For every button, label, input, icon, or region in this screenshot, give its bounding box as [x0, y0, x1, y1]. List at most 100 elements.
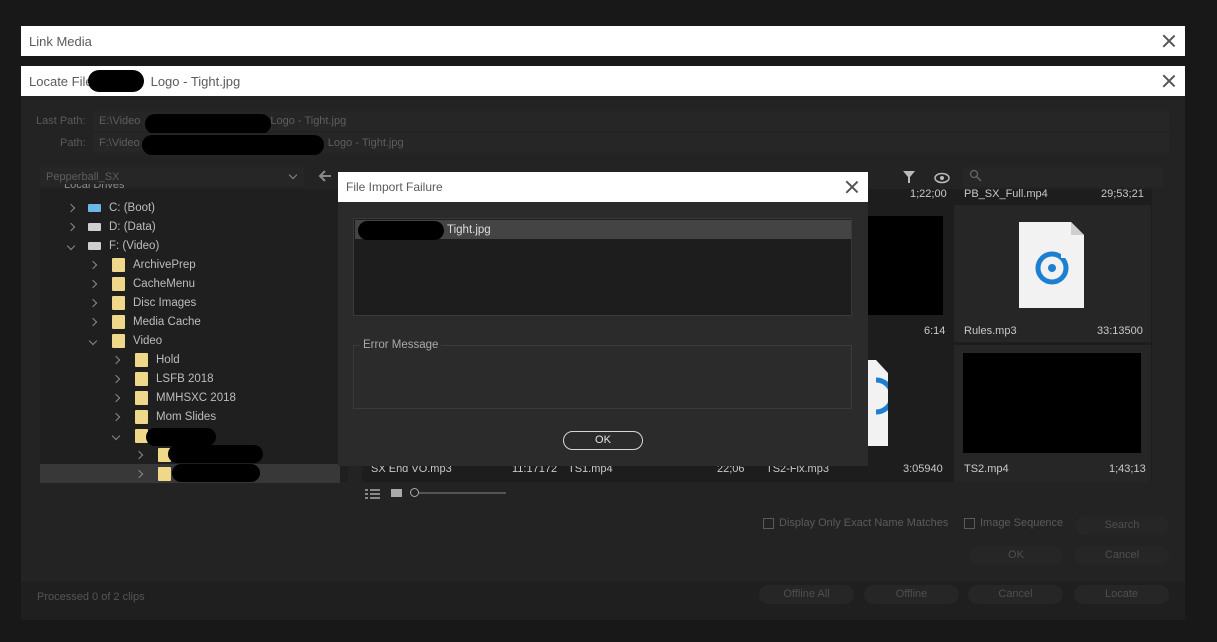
dialog-ok-button[interactable]: OK [563, 431, 643, 450]
folder-icon [135, 390, 148, 405]
tree-header: Local Drives [64, 184, 125, 191]
exact-name-matches-option[interactable]: Display Only Exact Name Matches [763, 517, 948, 529]
last-path-suffix: Logo - Tight.jpg [270, 115, 347, 127]
chevron-down-icon [66, 241, 76, 250]
image-sequence-checkbox[interactable] [964, 517, 975, 529]
tree-item-label: F: (Video) [109, 239, 160, 252]
folder-icon [158, 466, 171, 481]
chevron-right-icon [88, 298, 98, 307]
dialog-title: File Import Failure [346, 180, 443, 194]
path-prefix: F:\Video [99, 137, 140, 149]
offline-button[interactable]: Offline [864, 585, 959, 604]
filter-icon[interactable] [902, 170, 916, 184]
image-sequence-option[interactable]: Image Sequence [964, 517, 1063, 529]
tree-item-video[interactable]: Video [40, 331, 340, 350]
chevron-down-icon [288, 170, 298, 180]
video-thumbnail[interactable] [866, 216, 943, 315]
tile-time: 33:13500 [1097, 325, 1143, 337]
folder-icon [112, 276, 125, 291]
chevron-right-icon [88, 317, 98, 326]
folder-icon [112, 333, 125, 348]
tree-item-label: CacheMenu [133, 277, 196, 290]
redaction [88, 70, 144, 92]
drive-icon [88, 241, 101, 250]
tree-item-media-cache[interactable]: Media Cache [40, 312, 340, 331]
chevron-right-icon [111, 374, 121, 383]
chevron-right-icon [111, 393, 121, 402]
tree-item-c-boot[interactable]: C: (Boot) [40, 198, 340, 217]
tree-item-mom-slides[interactable]: Mom Slides [40, 407, 340, 426]
locate-file-titlebar: Locate File Logo - Tight.jpg [21, 66, 1185, 96]
redaction [168, 445, 263, 463]
audio-file-icon [1019, 222, 1084, 308]
tile-time: 1;43;13 [1109, 463, 1146, 475]
folder-icon [112, 314, 125, 329]
chevron-right-icon [88, 279, 98, 288]
chevron-right-icon [111, 355, 121, 364]
audio-file-icon [866, 360, 895, 446]
offline-all-button[interactable]: Offline All [759, 585, 854, 604]
last-path-prefix: E:\Video [99, 115, 141, 127]
tree-item-label: Mom Slides [156, 410, 217, 423]
tree-item-d-data[interactable]: D: (Data) [40, 217, 340, 236]
link-media-title: Link Media [29, 33, 92, 49]
tree-item-hold[interactable]: Hold [40, 350, 340, 369]
chevron-right-icon [111, 412, 121, 421]
tree-item-label: Video [133, 334, 163, 347]
tile-name: PB_SX_Full.mp4 [964, 188, 1048, 200]
video-thumbnail [963, 353, 1141, 453]
folder-icon [135, 371, 148, 386]
close-icon[interactable] [844, 179, 860, 195]
tree-item-label: C: (Boot) [109, 201, 156, 214]
eye-icon[interactable] [934, 172, 950, 184]
tree-item-label: Disc Images [133, 296, 197, 309]
chevron-down-icon [88, 336, 98, 345]
back-arrow-icon[interactable] [318, 170, 332, 182]
tile-time: 6:14 [924, 325, 946, 337]
search-button[interactable]: Search [1075, 516, 1169, 535]
list-view-icon[interactable] [365, 488, 381, 500]
zoom-slider-handle[interactable] [410, 488, 419, 497]
chevron-right-icon [134, 450, 144, 459]
tile-time: 29;53;21 [1101, 188, 1144, 200]
zoom-slider[interactable] [410, 487, 506, 499]
redaction [146, 428, 216, 446]
icon-view-icon[interactable] [391, 488, 403, 499]
error-message-label: Error Message [360, 339, 442, 351]
cancel-button[interactable]: Cancel [1075, 546, 1169, 565]
redaction [358, 221, 444, 240]
tree-item-label: MMHSXC 2018 [156, 391, 236, 404]
status-text: Processed 0 of 2 clips [37, 591, 145, 603]
chevron-right-icon [66, 203, 76, 212]
folder-icon [112, 295, 125, 310]
drive-icon [88, 203, 101, 212]
cancel-button[interactable]: Cancel [968, 585, 1063, 604]
chevron-right-icon [134, 469, 144, 478]
tree-item-lsfb-2018[interactable]: LSFB 2018 [40, 369, 340, 388]
path-suffix: Logo - Tight.jpg [327, 137, 404, 149]
redaction [142, 135, 324, 155]
close-icon[interactable] [1161, 73, 1177, 89]
ok-button[interactable]: OK [969, 546, 1063, 565]
drive-icon [88, 222, 101, 231]
chevron-right-icon [66, 222, 76, 231]
path-label: Path: [60, 137, 86, 149]
folder-icon [112, 257, 125, 272]
tree-item-cachemenu[interactable]: CacheMenu [40, 274, 340, 293]
close-icon[interactable] [1161, 33, 1177, 49]
tree-item-disc-images[interactable]: Disc Images [40, 293, 340, 312]
redaction [172, 464, 260, 482]
chevron-right-icon [88, 260, 98, 269]
locate-file-title-suffix: Logo - Tight.jpg [150, 73, 241, 89]
tree-item-label: D: (Data) [109, 220, 156, 233]
tree-item-mmhsxc-2018[interactable]: MMHSXC 2018 [40, 388, 340, 407]
tile-time: 1;22;00 [910, 188, 947, 200]
locate-button[interactable]: Locate [1074, 585, 1169, 604]
search-input[interactable] [963, 167, 1163, 187]
folder-icon [135, 409, 148, 424]
tree-item-archiveprep[interactable]: ArchivePrep [40, 255, 340, 274]
exact-name-matches-checkbox[interactable] [763, 517, 774, 529]
tile-name: Rules.mp3 [964, 325, 1017, 337]
tree-item-f-video[interactable]: F: (Video) [40, 236, 340, 255]
chevron-down-icon [111, 431, 121, 440]
